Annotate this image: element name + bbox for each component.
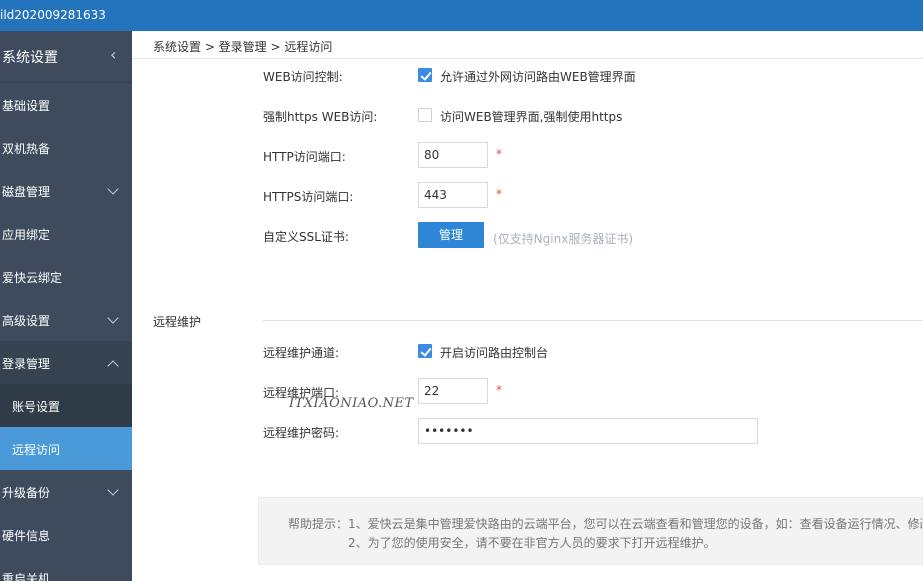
sidebar-item-label: 硬件信息 (2, 529, 51, 543)
sidebar-item-label: 登录管理 (2, 357, 51, 371)
web-access-checkbox[interactable] (418, 68, 432, 82)
sidebar-item-dual-hot-standby[interactable]: 双机热备 (0, 126, 132, 169)
chevron-up-icon (107, 360, 119, 372)
sidebar-item-advanced-settings[interactable]: 高级设置 (0, 298, 132, 341)
sidebar-item-app-binding[interactable]: 应用绑定 (0, 212, 132, 255)
web-access-control-label: WEB访问控制: (263, 70, 343, 84)
force-https-label: 强制https WEB访问: (263, 110, 378, 124)
sidebar-item-label: 双机热备 (2, 142, 51, 156)
http-port-input[interactable] (418, 142, 488, 168)
chevron-down-icon (107, 312, 119, 324)
sidebar: 系统设置 ‹ 基础设置 双机热备 磁盘管理 应用绑定 爱快云绑定 高级设置 登录… (0, 31, 132, 581)
build-version: ild202009281633 (0, 8, 106, 22)
watermark-text: ITXIAONIAO.NET (289, 396, 414, 411)
breadcrumb-bar: 系统设置 > 登录管理 > 远程访问 (132, 31, 923, 59)
sidebar-item-hardware-info[interactable]: 硬件信息 (0, 513, 132, 556)
sidebar-item-label: 基础设置 (2, 99, 51, 113)
breadcrumb: 系统设置 > 登录管理 > 远程访问 (153, 40, 333, 54)
custom-ssl-label: 自定义SSL证书: (263, 230, 349, 244)
sidebar-item-label: 磁盘管理 (2, 185, 51, 199)
https-port-input[interactable] (418, 182, 488, 208)
manage-ssl-button[interactable]: 管理 (418, 222, 484, 248)
remote-password-input[interactable] (418, 418, 758, 444)
sidebar-item-label: 重启关机 (2, 572, 51, 581)
sidebar-item-label: 爱快云绑定 (2, 271, 63, 285)
sidebar-title: 系统设置 (2, 50, 58, 66)
remote-password-label: 远程维护密码: (263, 426, 340, 440)
remote-channel-checkbox-text[interactable]: 开启访问路由控制台 (440, 344, 548, 361)
sidebar-subitem-label: 远程访问 (12, 443, 61, 457)
section-divider (263, 320, 923, 321)
remote-channel-label: 远程维护通道: (263, 346, 340, 360)
ssl-hint: (仅支持Nginx服务器证书) (493, 232, 633, 246)
help-box: 帮助提示：1、爱快云是集中管理爱快路由的云端平台，您可以在云端查看和管理您的设备… (258, 497, 923, 565)
sidebar-item-upgrade-backup[interactable]: 升级备份 (0, 470, 132, 513)
help-line-1: 帮助提示：1、爱快云是集中管理爱快路由的云端平台，您可以在云端查看和管理您的设备… (288, 517, 923, 531)
sidebar-item-label: 升级备份 (2, 486, 51, 500)
required-mark: * (496, 187, 502, 201)
web-access-checkbox-text[interactable]: 允许通过外网访问路由WEB管理界面 (440, 68, 636, 85)
required-mark: * (496, 147, 502, 161)
sidebar-item-restart-shutdown[interactable]: 重启关机 (0, 556, 132, 581)
sidebar-item-label: 高级设置 (2, 314, 51, 328)
remote-channel-checkbox[interactable] (418, 344, 432, 358)
chevron-down-icon (107, 484, 119, 496)
required-mark: * (496, 383, 502, 397)
sidebar-item-ikuai-cloud-binding[interactable]: 爱快云绑定 (0, 255, 132, 298)
help-line-2: 2、为了您的使用安全，请不要在非官方人员的要求下打开远程维护。 (348, 536, 716, 550)
sidebar-subitem-remote-access[interactable]: 远程访问 (0, 427, 132, 470)
remote-maintenance-section-title: 远程维护 (153, 315, 202, 329)
http-port-label: HTTP访问端口: (263, 150, 346, 164)
sidebar-subitem-label: 账号设置 (12, 400, 61, 414)
sidebar-item-login-management[interactable]: 登录管理 (0, 341, 132, 384)
sidebar-item-label: 应用绑定 (2, 228, 51, 242)
sidebar-header[interactable]: 系统设置 ‹ (0, 31, 132, 83)
https-port-label: HTTPS访问端口: (263, 190, 354, 204)
chevron-left-icon[interactable]: ‹ (110, 45, 116, 64)
chevron-down-icon (107, 183, 119, 195)
sidebar-subitem-account-settings[interactable]: 账号设置 (0, 384, 132, 427)
remote-port-input[interactable] (418, 378, 488, 404)
sidebar-item-disk-management[interactable]: 磁盘管理 (0, 169, 132, 212)
sidebar-item-basic-settings[interactable]: 基础设置 (0, 83, 132, 126)
force-https-checkbox-text[interactable]: 访问WEB管理界面,强制使用https (440, 108, 622, 125)
force-https-checkbox[interactable] (418, 108, 432, 122)
top-header-bar: ild202009281633 (0, 0, 923, 31)
